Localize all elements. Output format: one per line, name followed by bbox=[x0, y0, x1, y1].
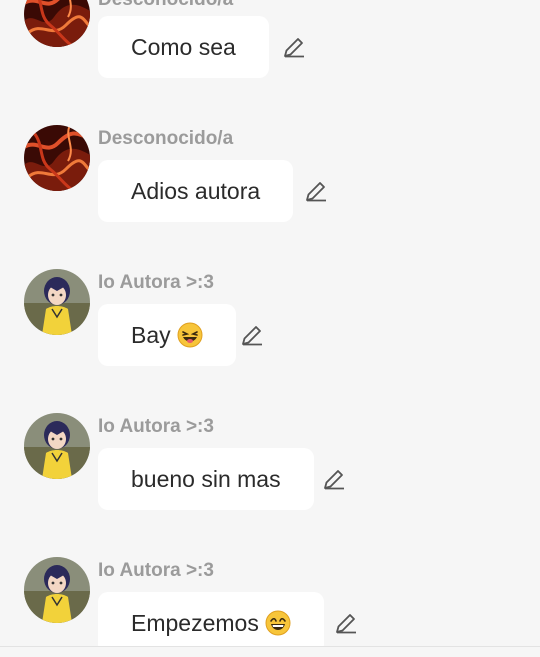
pencil-icon[interactable] bbox=[334, 611, 358, 635]
message-bubble[interactable]: Empezemos bbox=[98, 592, 324, 654]
grinning-face-icon bbox=[265, 610, 291, 636]
sender-name: Io Autora >:3 bbox=[98, 560, 214, 581]
sender-name: Io Autora >:3 bbox=[98, 272, 214, 293]
bottom-divider bbox=[0, 646, 540, 657]
chat-thread[interactable]: Desconocido/a Como sea Desconocido/a Adi… bbox=[0, 0, 540, 657]
chat-message: Io Autora >:3 Bay bbox=[0, 163, 540, 366]
chat-message: Io Autora >:3 Empezemos bbox=[0, 451, 540, 654]
message-text: Empezemos bbox=[131, 609, 259, 636]
sender-name: Io Autora >:3 bbox=[98, 416, 214, 437]
avatar[interactable] bbox=[24, 557, 90, 623]
chat-message: Desconocido/a Como sea bbox=[0, 0, 540, 78]
chat-message: Desconocido/a Adios autora bbox=[0, 19, 540, 222]
sender-name: Desconocido/a bbox=[98, 0, 233, 12]
sender-name: Desconocido/a bbox=[98, 128, 234, 149]
chat-message: Io Autora >:3 bueno sin mas bbox=[0, 307, 540, 510]
